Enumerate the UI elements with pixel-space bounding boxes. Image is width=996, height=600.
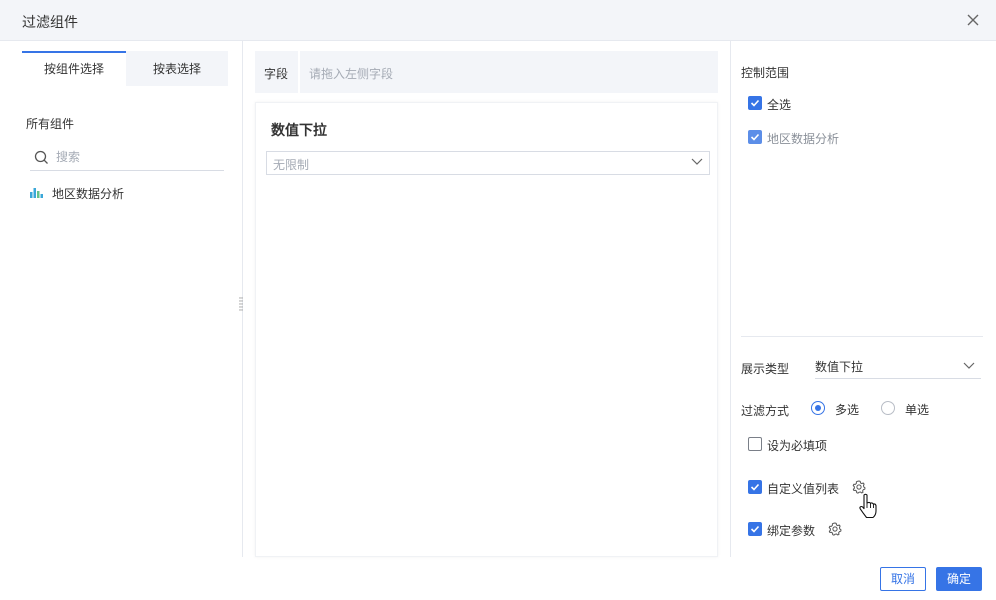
- drag-handle-icon[interactable]: [239, 297, 243, 311]
- component-label: 地区数据分析: [52, 187, 125, 201]
- settings-divider: [741, 336, 983, 337]
- field-label: 字段: [264, 67, 289, 81]
- required-label: 设为必填项: [767, 439, 828, 453]
- check-icon: [750, 525, 760, 533]
- close-icon[interactable]: [966, 13, 980, 27]
- bind-param-label: 绑定参数: [767, 524, 816, 538]
- gear-icon[interactable]: [852, 480, 866, 494]
- filter-preview: 数值下拉 无限制: [255, 102, 718, 557]
- radio-single-label: 单选: [905, 403, 930, 417]
- radio-multi-select[interactable]: [811, 401, 825, 415]
- scope-component-checkbox[interactable]: [748, 130, 762, 144]
- dialog-title: 过滤组件: [22, 15, 78, 31]
- settings-panel: 控制范围 全选 地区数据分析 展示类型 数值下拉 过滤方式 多选 单选 设为必填…: [741, 51, 983, 557]
- display-type-value: 数值下拉: [815, 360, 864, 374]
- required-checkbox[interactable]: [748, 437, 762, 451]
- field-placeholder: 请拖入左侧字段: [309, 67, 394, 81]
- radio-multi-label: 多选: [835, 403, 860, 417]
- divider-right: [730, 41, 731, 557]
- preview-select[interactable]: 无限制: [266, 151, 710, 175]
- dialog-header: 过滤组件: [0, 0, 996, 41]
- confirm-button[interactable]: 确定: [936, 567, 982, 591]
- chevron-down-icon: [963, 362, 975, 369]
- custom-values-checkbox[interactable]: [748, 480, 762, 494]
- scope-component-label: 地区数据分析: [767, 132, 840, 146]
- field-drop-zone[interactable]: 请拖入左侧字段: [298, 51, 718, 93]
- scope-title: 控制范围: [741, 66, 790, 80]
- bar-chart-icon: [30, 188, 43, 198]
- custom-values-label: 自定义值列表: [767, 482, 840, 496]
- gear-icon[interactable]: [828, 522, 842, 536]
- radio-single-select[interactable]: [881, 401, 895, 415]
- search-input[interactable]: [56, 147, 216, 167]
- display-type-select[interactable]: 数值下拉: [815, 353, 981, 379]
- display-type-label: 展示类型: [741, 362, 790, 376]
- tab-by-table[interactable]: 按表选择: [126, 51, 228, 86]
- preview-select-placeholder: 无限制: [273, 158, 310, 172]
- check-icon: [750, 483, 760, 491]
- search-icon: [34, 150, 48, 164]
- check-icon: [750, 99, 760, 107]
- tab-by-component[interactable]: 按组件选择: [22, 51, 126, 86]
- bind-param-checkbox[interactable]: [748, 522, 762, 536]
- filter-mode-label: 过滤方式: [741, 404, 790, 418]
- select-all-label: 全选: [767, 98, 792, 112]
- preview-title: 数值下拉: [271, 123, 327, 139]
- component-panel: 按组件选择 按表选择 所有组件 地区数据分析: [22, 51, 230, 557]
- selection-tabs: 按组件选择 按表选择: [22, 51, 228, 86]
- check-icon: [750, 133, 760, 141]
- chevron-down-icon: [691, 158, 703, 165]
- hand-cursor-icon: [859, 493, 877, 519]
- search-box: [30, 143, 224, 171]
- all-components-label: 所有组件: [26, 117, 75, 131]
- field-row: 字段 请拖入左侧字段: [255, 51, 718, 93]
- cancel-button[interactable]: 取消: [880, 567, 926, 591]
- select-all-checkbox[interactable]: [748, 96, 762, 110]
